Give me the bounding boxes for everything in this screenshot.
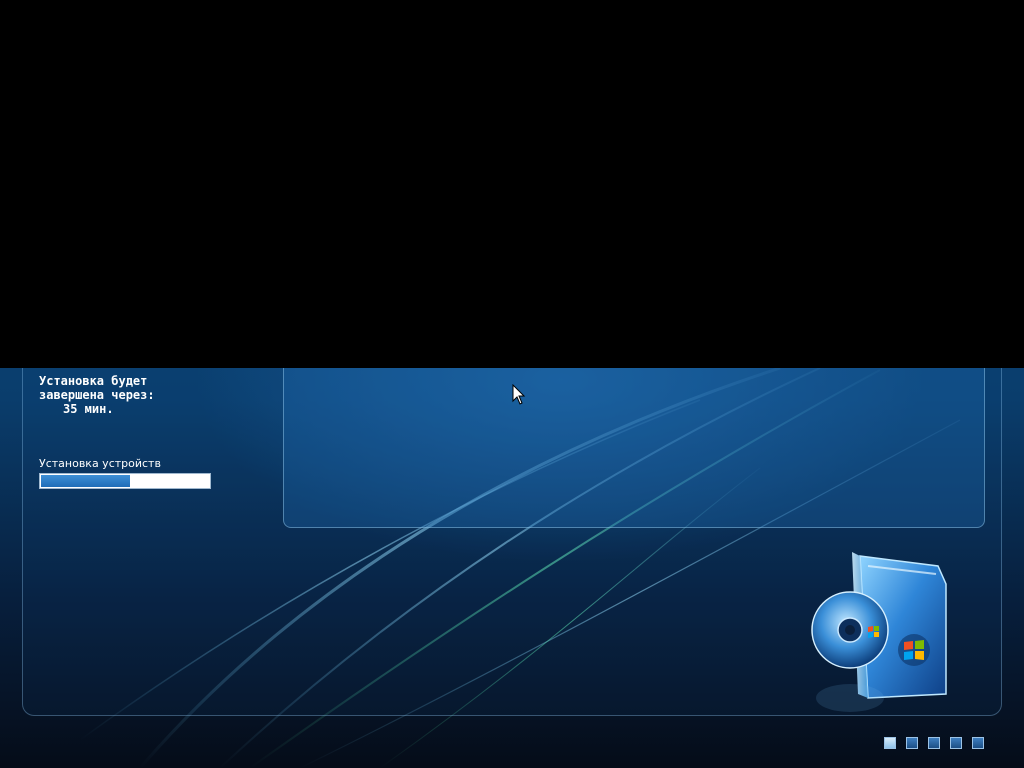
setup-screen: Установка будет завершена через: 35 мин.… [0, 0, 1024, 768]
step-indicator-dot [972, 737, 984, 749]
setup-step-indicator [884, 737, 984, 749]
time-remaining-text: Установка будет завершена через: 35 мин. [39, 374, 155, 416]
setup-progress-fill [41, 475, 130, 487]
step-indicator-dot [884, 737, 896, 749]
setup-progress-bar [39, 473, 211, 489]
step-indicator-dot [928, 737, 940, 749]
step-indicator-dot [950, 737, 962, 749]
time-remaining-line1: Установка будет [39, 374, 148, 388]
mouse-pointer-icon [512, 383, 526, 410]
time-remaining-line2: завершена через: [39, 388, 155, 402]
current-stage-label: Установка устройств [39, 457, 161, 470]
step-indicator-dot [906, 737, 918, 749]
time-remaining-value: 35 мин. [63, 402, 114, 416]
windows-install-box-icon [808, 548, 968, 722]
blank-top-region [0, 0, 1024, 368]
